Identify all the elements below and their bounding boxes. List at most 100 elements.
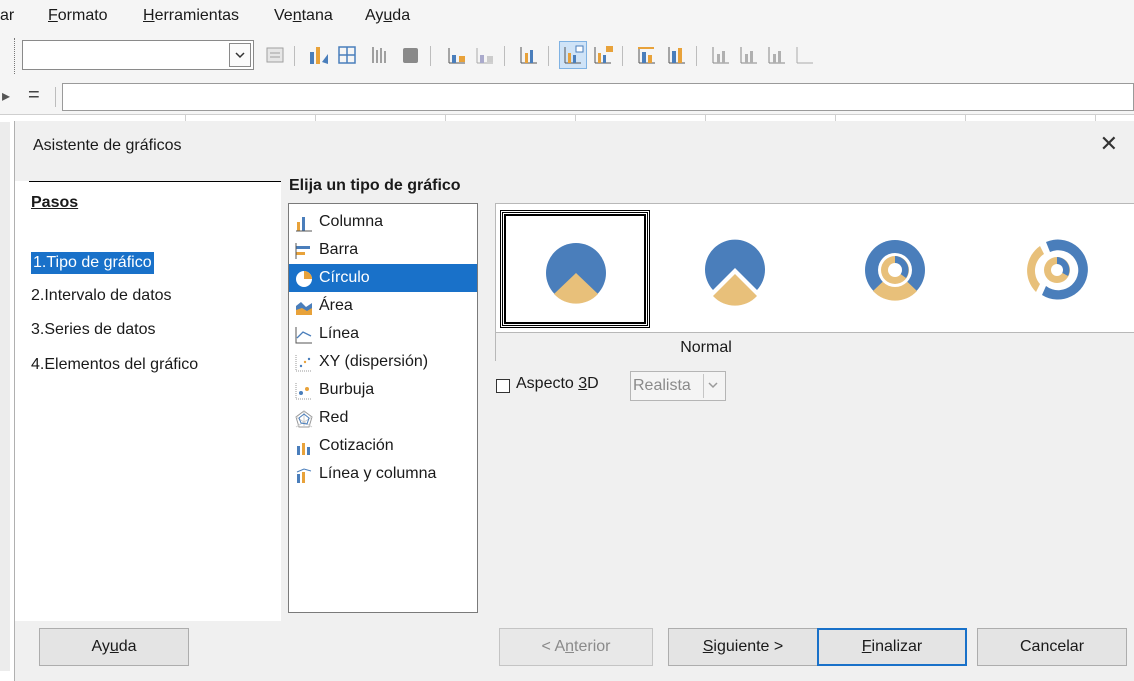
chart-type-scatter[interactable]: XY (dispersión)	[289, 348, 477, 376]
column-chart-icon	[296, 217, 312, 232]
variant-normal-pie[interactable]	[500, 210, 650, 328]
next-button[interactable]: Siguiente >	[668, 628, 818, 666]
menu-window[interactable]: Ventana	[274, 7, 333, 25]
menu-bar: ar Formato Herramientas Ventana Ayuda	[0, 0, 1134, 34]
toolbar-separator	[294, 46, 295, 66]
menu-tools[interactable]: Herramientas	[143, 7, 239, 25]
variant-exploded-donut[interactable]	[980, 210, 1130, 328]
3d-shape-value: Realista	[633, 377, 691, 394]
area-chart-icon	[296, 302, 312, 315]
chart-type-label: Burbuja	[319, 381, 375, 398]
toolbar-separator	[548, 46, 549, 66]
menu-edit[interactable]: ar	[0, 7, 14, 25]
toolbar-separator	[504, 46, 505, 66]
chart-type-pie[interactable]: Círculo	[289, 264, 477, 292]
chart-type-icon[interactable]	[306, 42, 332, 68]
y-axis-icon[interactable]	[736, 42, 762, 68]
variant-exploded-pie[interactable]	[660, 210, 810, 328]
toolbar-grip[interactable]	[14, 38, 16, 74]
chart-type-label: Red	[319, 409, 349, 426]
chart-type-label: Línea y columna	[319, 465, 437, 482]
steps-panel: Pasos 1.Tipo de gráfico 2.Intervalo de d…	[15, 181, 281, 621]
formula-input[interactable]	[62, 83, 1134, 111]
chart-type-label: Cotización	[319, 437, 394, 454]
finish-button[interactable]: Finalizar	[817, 628, 967, 666]
chart-type-label: Círculo	[319, 269, 370, 286]
steps-heading: Pasos	[31, 194, 79, 211]
formula-separator	[55, 87, 56, 107]
chart-type-label: Línea	[319, 325, 360, 342]
net-chart-icon	[295, 410, 313, 428]
3d-shape-select[interactable]: Realista	[630, 371, 726, 401]
chart-type-bubble[interactable]: Burbuja	[289, 376, 477, 404]
aspect-3d-label[interactable]: Aspecto 3D	[516, 375, 599, 393]
legend-off-icon[interactable]	[472, 42, 498, 68]
chart-type-stock[interactable]: Cotización	[289, 432, 477, 460]
chart-type-net[interactable]: Red	[289, 404, 477, 432]
chart-variant-area: Normal	[495, 203, 1134, 362]
help-button[interactable]: Ayuda	[39, 628, 189, 666]
chevron-down-icon[interactable]	[703, 374, 723, 398]
chart-type-column[interactable]: Columna	[289, 208, 477, 236]
sheet-row-header-edge	[0, 122, 10, 671]
x-axis-icon[interactable]	[708, 42, 734, 68]
chart-type-label: Área	[319, 297, 353, 314]
formula-equals[interactable]: =	[28, 84, 40, 107]
chart-wall-icon[interactable]	[398, 42, 424, 68]
variant-donut[interactable]	[820, 210, 970, 328]
back-button[interactable]: < Anterior	[499, 628, 653, 666]
chart-dialog-icon[interactable]	[262, 42, 288, 68]
chart-type-label: Barra	[319, 241, 359, 258]
chart-type-line[interactable]: Línea	[289, 320, 477, 348]
column-line-chart-icon	[296, 468, 312, 483]
donut-icon	[865, 240, 925, 301]
chart-toolbar	[0, 34, 1134, 80]
data-series-icon[interactable]	[559, 41, 587, 69]
toolbar-separator	[696, 46, 697, 66]
horizontal-grid-icon[interactable]	[516, 42, 542, 68]
data-in-rows-icon[interactable]	[366, 42, 392, 68]
pie-chart-icon	[296, 271, 312, 287]
chart-wizard-dialog: Asistente de gráficos ✕ Pasos 1.Tipo de …	[14, 121, 1134, 681]
aspect-3d-checkbox[interactable]	[496, 379, 510, 393]
chart-type-column-line[interactable]: Línea y columna	[289, 460, 477, 488]
normal-pie-icon	[546, 243, 606, 304]
chart-type-label: Columna	[319, 213, 384, 230]
title-icon[interactable]	[634, 42, 660, 68]
step-chart-elements[interactable]: 4.Elementos del gráfico	[31, 356, 198, 374]
line-chart-icon	[295, 327, 312, 344]
step-data-range[interactable]: 2.Intervalo de datos	[31, 287, 172, 305]
z-axis-icon[interactable]	[764, 42, 790, 68]
exploded-donut-icon	[1027, 239, 1088, 300]
close-icon[interactable]: ✕	[1100, 131, 1118, 157]
chart-type-list[interactable]: Columna Barra Círculo Área Línea XY (dis…	[288, 203, 478, 613]
chevron-down-icon[interactable]	[229, 43, 251, 67]
dialog-title: Asistente de gráficos	[33, 137, 182, 154]
menu-format[interactable]: Formato	[48, 7, 108, 25]
chart-type-label: XY (dispersión)	[319, 353, 429, 370]
step-chart-type[interactable]: 1.Tipo de gráfico	[31, 252, 154, 274]
steps-divider	[29, 181, 281, 182]
cancel-button[interactable]: Cancelar	[977, 628, 1127, 666]
chart-type-area[interactable]: Área	[289, 292, 477, 320]
data-labels-icon[interactable]	[590, 42, 616, 68]
data-table-icon[interactable]	[334, 42, 360, 68]
axes-icon[interactable]	[664, 42, 690, 68]
step-data-series[interactable]: 3.Series de datos	[31, 321, 156, 339]
arrow-icon[interactable]: ▸	[2, 86, 10, 106]
formula-bar: ▸ =	[0, 80, 1134, 114]
scatter-chart-icon	[295, 355, 312, 372]
chooser-label: Elija un tipo de gráfico	[289, 177, 461, 194]
legend-on-icon[interactable]	[444, 42, 470, 68]
bar-chart-icon	[295, 243, 310, 259]
variant-caption: Normal	[496, 332, 1134, 362]
stock-chart-icon	[297, 443, 310, 455]
variant-caption-text: Normal	[680, 339, 732, 356]
select-chart-element-combo[interactable]	[22, 40, 254, 70]
toolbar-separator	[430, 46, 431, 66]
toolbar-separator	[622, 46, 623, 66]
menu-help[interactable]: Ayuda	[365, 7, 410, 25]
chart-type-bar[interactable]: Barra	[289, 236, 477, 264]
exploded-pie-icon	[705, 239, 765, 306]
lines-icon[interactable]	[792, 42, 818, 68]
